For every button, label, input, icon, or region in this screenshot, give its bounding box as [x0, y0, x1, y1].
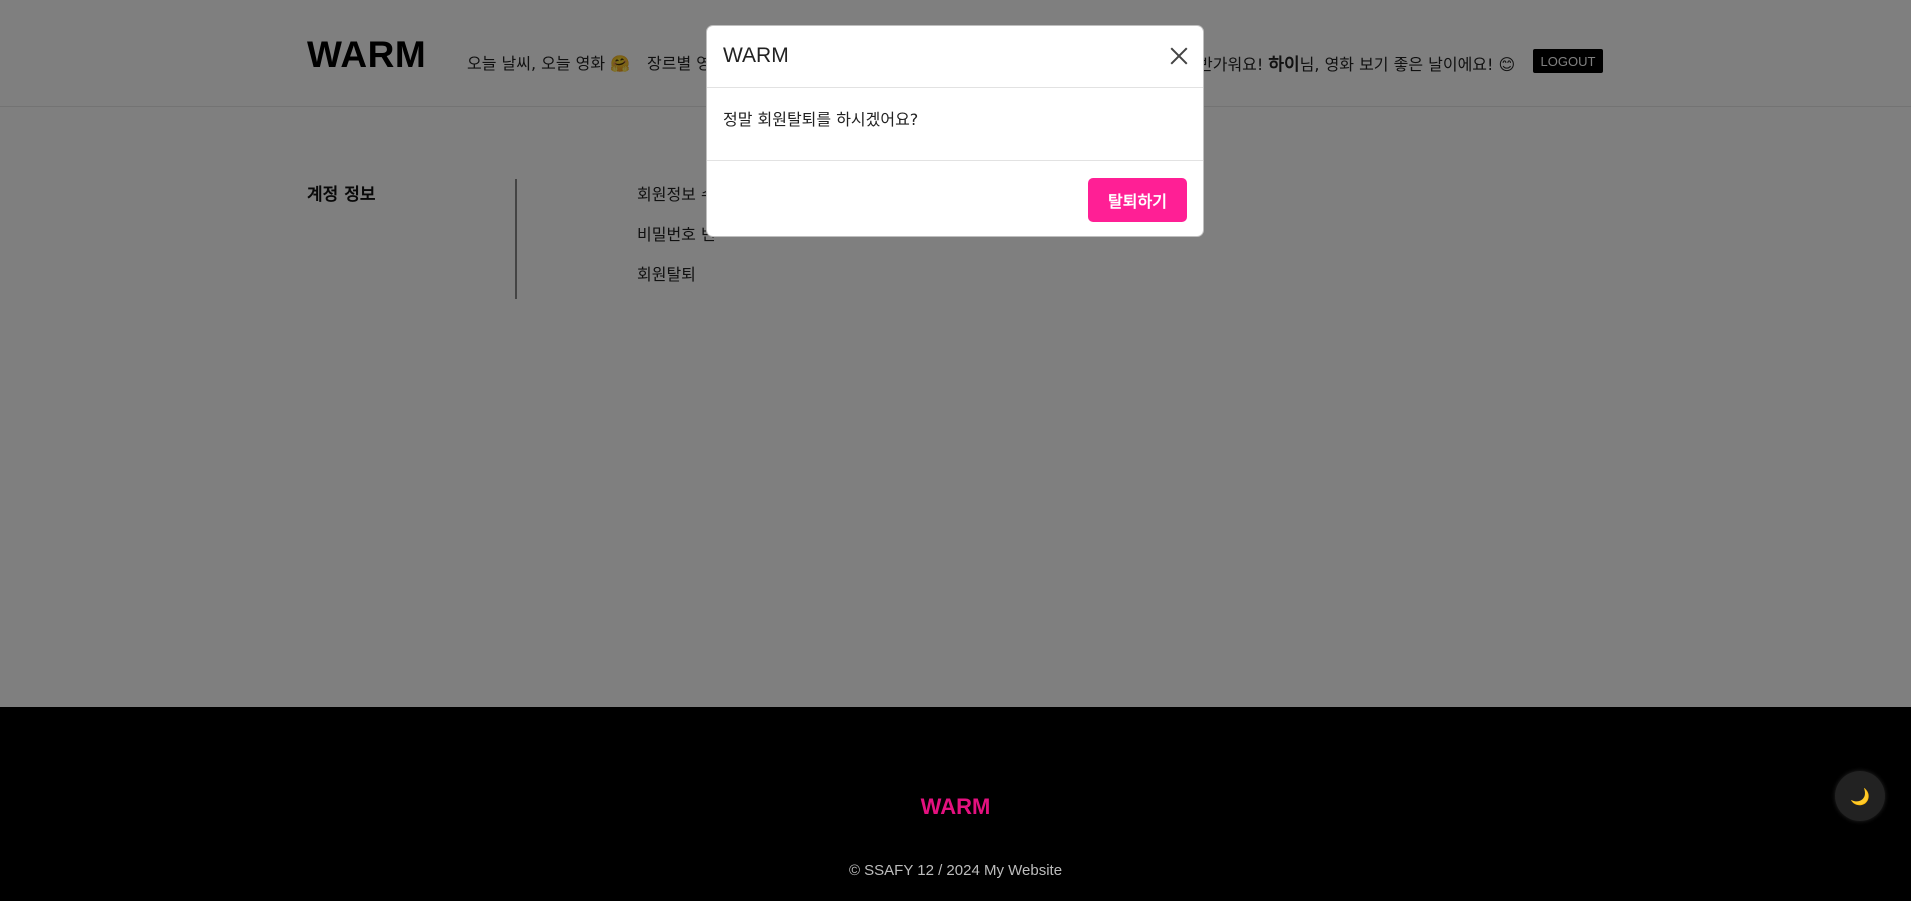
- modal-message: 정말 회원탈퇴를 하시겠어요?: [723, 110, 919, 129]
- modal-footer: 탈퇴하기: [707, 160, 1203, 238]
- footer-logo: WARM: [920, 794, 991, 819]
- withdraw-confirm-modal: WARM 정말 회원탈퇴를 하시겠어요? 탈퇴하기: [706, 25, 1204, 237]
- modal-header: WARM: [707, 26, 1203, 88]
- theme-toggle-button[interactable]: 🌙: [1835, 771, 1885, 821]
- withdraw-button[interactable]: 탈퇴하기: [1088, 178, 1187, 222]
- close-icon[interactable]: [1168, 45, 1190, 67]
- moon-icon: 🌙: [1850, 786, 1870, 806]
- page: WARM 오늘 날씨, 오늘 영화 🤗 장르별 영 반가워요! 하이님, 영화 …: [0, 0, 1911, 901]
- modal-title: WARM: [723, 44, 789, 67]
- footer-copyright: © SSAFY 12 / 2024 My Website: [848, 862, 1063, 879]
